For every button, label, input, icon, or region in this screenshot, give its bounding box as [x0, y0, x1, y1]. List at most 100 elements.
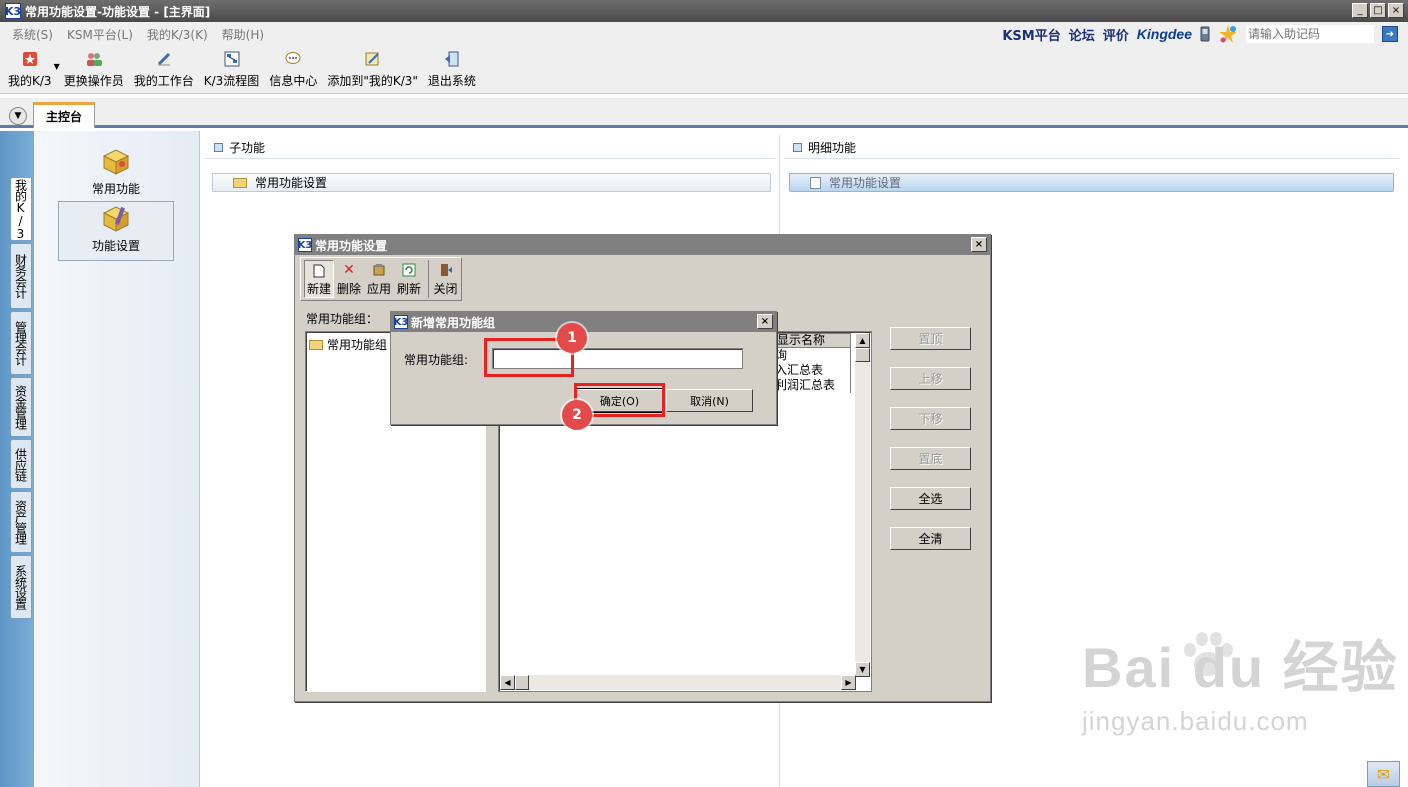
vtab-management-accounting[interactable]: 管理会计 — [10, 311, 32, 375]
maximize-button[interactable]: □ — [1370, 3, 1386, 18]
dialog-close-button[interactable]: × — [757, 314, 773, 329]
vtab-fund-management[interactable]: 资金管理 — [10, 377, 32, 437]
select-all-button[interactable]: 全选 — [890, 487, 971, 510]
menu-bar: 系统(S) KSM平台(L) 我的K/3(K) 帮助(H) KSM平台 论坛 评… — [0, 22, 1408, 46]
go-button[interactable]: ➔ — [1382, 26, 1398, 42]
vtab-financial-accounting[interactable]: 财务会计 — [10, 243, 32, 309]
column-header[interactable]: 显示名称 — [774, 333, 851, 348]
exit-door-icon — [439, 260, 453, 280]
toolbar-label: 我的K/3 — [8, 74, 52, 88]
main-toolbar: 我的K/3 ▼ 更换操作员 我的工作台 K/3流程图 信息中心 添加到"我的K/… — [0, 46, 1408, 94]
mail-icon[interactable]: ✉ — [1367, 761, 1400, 787]
tree-item-common-group[interactable]: 常用功能组 — [309, 336, 387, 353]
toolbar-add-to-my-k3[interactable]: 添加到"我的K/3" — [327, 50, 418, 89]
scroll-up-icon[interactable]: ▲ — [855, 333, 870, 348]
scroll-thumb[interactable] — [515, 675, 529, 690]
delete-x-icon: ✕ — [343, 262, 355, 278]
search-input[interactable] — [1246, 25, 1374, 43]
group-name-label: 常用功能组: — [404, 353, 469, 367]
move-down-button[interactable]: 下移 — [890, 407, 971, 430]
header-divider — [784, 158, 1400, 159]
nav-common-functions[interactable]: 常用功能 — [58, 143, 174, 203]
menu-system[interactable]: 系统(S) — [12, 26, 53, 43]
cancel-button[interactable]: 取消(N) — [666, 389, 753, 412]
sub-function-title: 子功能 — [229, 140, 266, 155]
clear-all-button[interactable]: 全清 — [890, 527, 971, 550]
list-row[interactable]: 入汇总表 — [774, 363, 851, 378]
horizontal-scrollbar[interactable]: ◀ ▶ — [500, 675, 856, 690]
scroll-down-icon[interactable]: ▼ — [855, 662, 870, 677]
dialog-title: 常用功能设置 — [315, 238, 388, 253]
group-label: 常用功能组： — [306, 312, 379, 326]
tool-label: 刷新 — [396, 282, 421, 296]
window-title: 常用功能设置-功能设置 - [主界面] — [25, 4, 211, 19]
menu-my-k3[interactable]: 我的K/3(K) — [147, 26, 208, 43]
common-function-settings-dialog: K3 常用功能设置 × 新建 ✕ 删除 应用 刷新 关闭 常用功能组： 常用功能… — [294, 234, 991, 702]
vtab-supply-chain[interactable]: 供应链 — [10, 439, 32, 489]
vtab-my-k3[interactable]: 我的K/3 — [10, 177, 32, 241]
link-review[interactable]: 评价 — [1103, 25, 1129, 44]
toolbar-dropdown[interactable]: ▼ — [54, 50, 60, 71]
scroll-left-icon[interactable]: ◀ — [500, 675, 515, 690]
menu-ksm[interactable]: KSM平台(L) — [67, 26, 133, 43]
scroll-thumb[interactable] — [855, 348, 870, 362]
toolbar-switch-operator[interactable]: 更换操作员 — [64, 50, 124, 89]
toolbar-label: 更换操作员 — [63, 74, 124, 88]
phone-icon[interactable] — [1200, 26, 1210, 42]
delete-button[interactable]: ✕ 删除 — [334, 260, 364, 298]
function-nav-panel: 常用功能 功能设置 — [34, 131, 200, 787]
tool-label: 删除 — [336, 282, 361, 296]
tab-main-console[interactable]: 主控台 — [33, 102, 95, 128]
minimize-button[interactable]: _ — [1352, 3, 1368, 18]
kingdee-logo: Kingdee — [1136, 26, 1192, 42]
link-forum[interactable]: 论坛 — [1069, 25, 1095, 44]
toolbar-exit-system[interactable]: 退出系统 — [428, 50, 476, 89]
toolbar-label: 退出系统 — [427, 74, 476, 88]
app-logo-icon: K3 — [4, 3, 22, 19]
dialog-close-button[interactable]: × — [971, 237, 987, 252]
box-icon — [102, 149, 130, 175]
box-tools-icon — [102, 206, 130, 232]
list-column-display-name: 显示名称 询 入汇总表 利润汇总表 — [774, 333, 851, 393]
link-ksm[interactable]: KSM平台 — [1002, 25, 1060, 44]
tool-label: 新建 — [306, 282, 331, 296]
detail-function-header: 明细功能 — [793, 136, 856, 158]
list-row[interactable]: 询 — [774, 348, 851, 363]
toolbar-message-center[interactable]: 信息中心 — [269, 50, 317, 89]
refresh-button[interactable]: 刷新 — [394, 260, 424, 298]
new-button[interactable]: 新建 — [304, 260, 334, 298]
vtab-asset-management[interactable]: 资产管理 — [10, 491, 32, 553]
header-divider — [205, 158, 777, 159]
toolbar-my-workbench[interactable]: 我的工作台 — [134, 50, 194, 89]
left-rail: 我的K/3 财务会计 管理会计 资金管理 供应链 资产管理 系统设置 — [0, 131, 34, 787]
move-up-button[interactable]: 上移 — [890, 367, 971, 390]
list-row[interactable]: 利润汇总表 — [774, 378, 851, 393]
close-tool-button[interactable]: 关闭 — [428, 260, 458, 298]
bullet-icon — [793, 142, 802, 152]
toolbar-k3-flowchart[interactable]: K/3流程图 — [204, 50, 259, 89]
tab-dropdown-button[interactable]: ▼ — [9, 107, 27, 125]
close-button[interactable]: × — [1388, 3, 1404, 18]
vtab-system-settings[interactable]: 系统设置 — [10, 555, 32, 619]
detail-function-title: 明细功能 — [808, 140, 857, 155]
bullet-icon — [214, 142, 223, 152]
vertical-scrollbar[interactable]: ▲ ▼ — [855, 333, 870, 677]
sub-function-item[interactable]: 常用功能设置 — [212, 173, 771, 192]
nav-label: 常用功能 — [91, 182, 140, 196]
detail-function-item-label: 常用功能设置 — [829, 176, 902, 190]
apply-button[interactable]: 应用 — [364, 260, 394, 298]
detail-function-item[interactable]: 常用功能设置 — [789, 173, 1394, 192]
sub-function-header: 子功能 — [214, 136, 265, 158]
move-bottom-button[interactable]: 置底 — [890, 447, 971, 470]
nav-label: 功能设置 — [91, 239, 140, 253]
apply-icon — [372, 260, 386, 280]
nav-function-settings[interactable]: 功能设置 — [58, 201, 174, 261]
document-icon — [810, 176, 821, 189]
move-top-button[interactable]: 置顶 — [890, 327, 971, 350]
tool-label: 应用 — [366, 282, 391, 296]
scroll-right-icon[interactable]: ▶ — [841, 675, 856, 690]
folder-icon — [309, 339, 323, 350]
toolbar-my-k3[interactable]: 我的K/3 — [8, 50, 52, 89]
column-divider — [850, 333, 851, 393]
menu-help[interactable]: 帮助(H) — [222, 26, 264, 43]
